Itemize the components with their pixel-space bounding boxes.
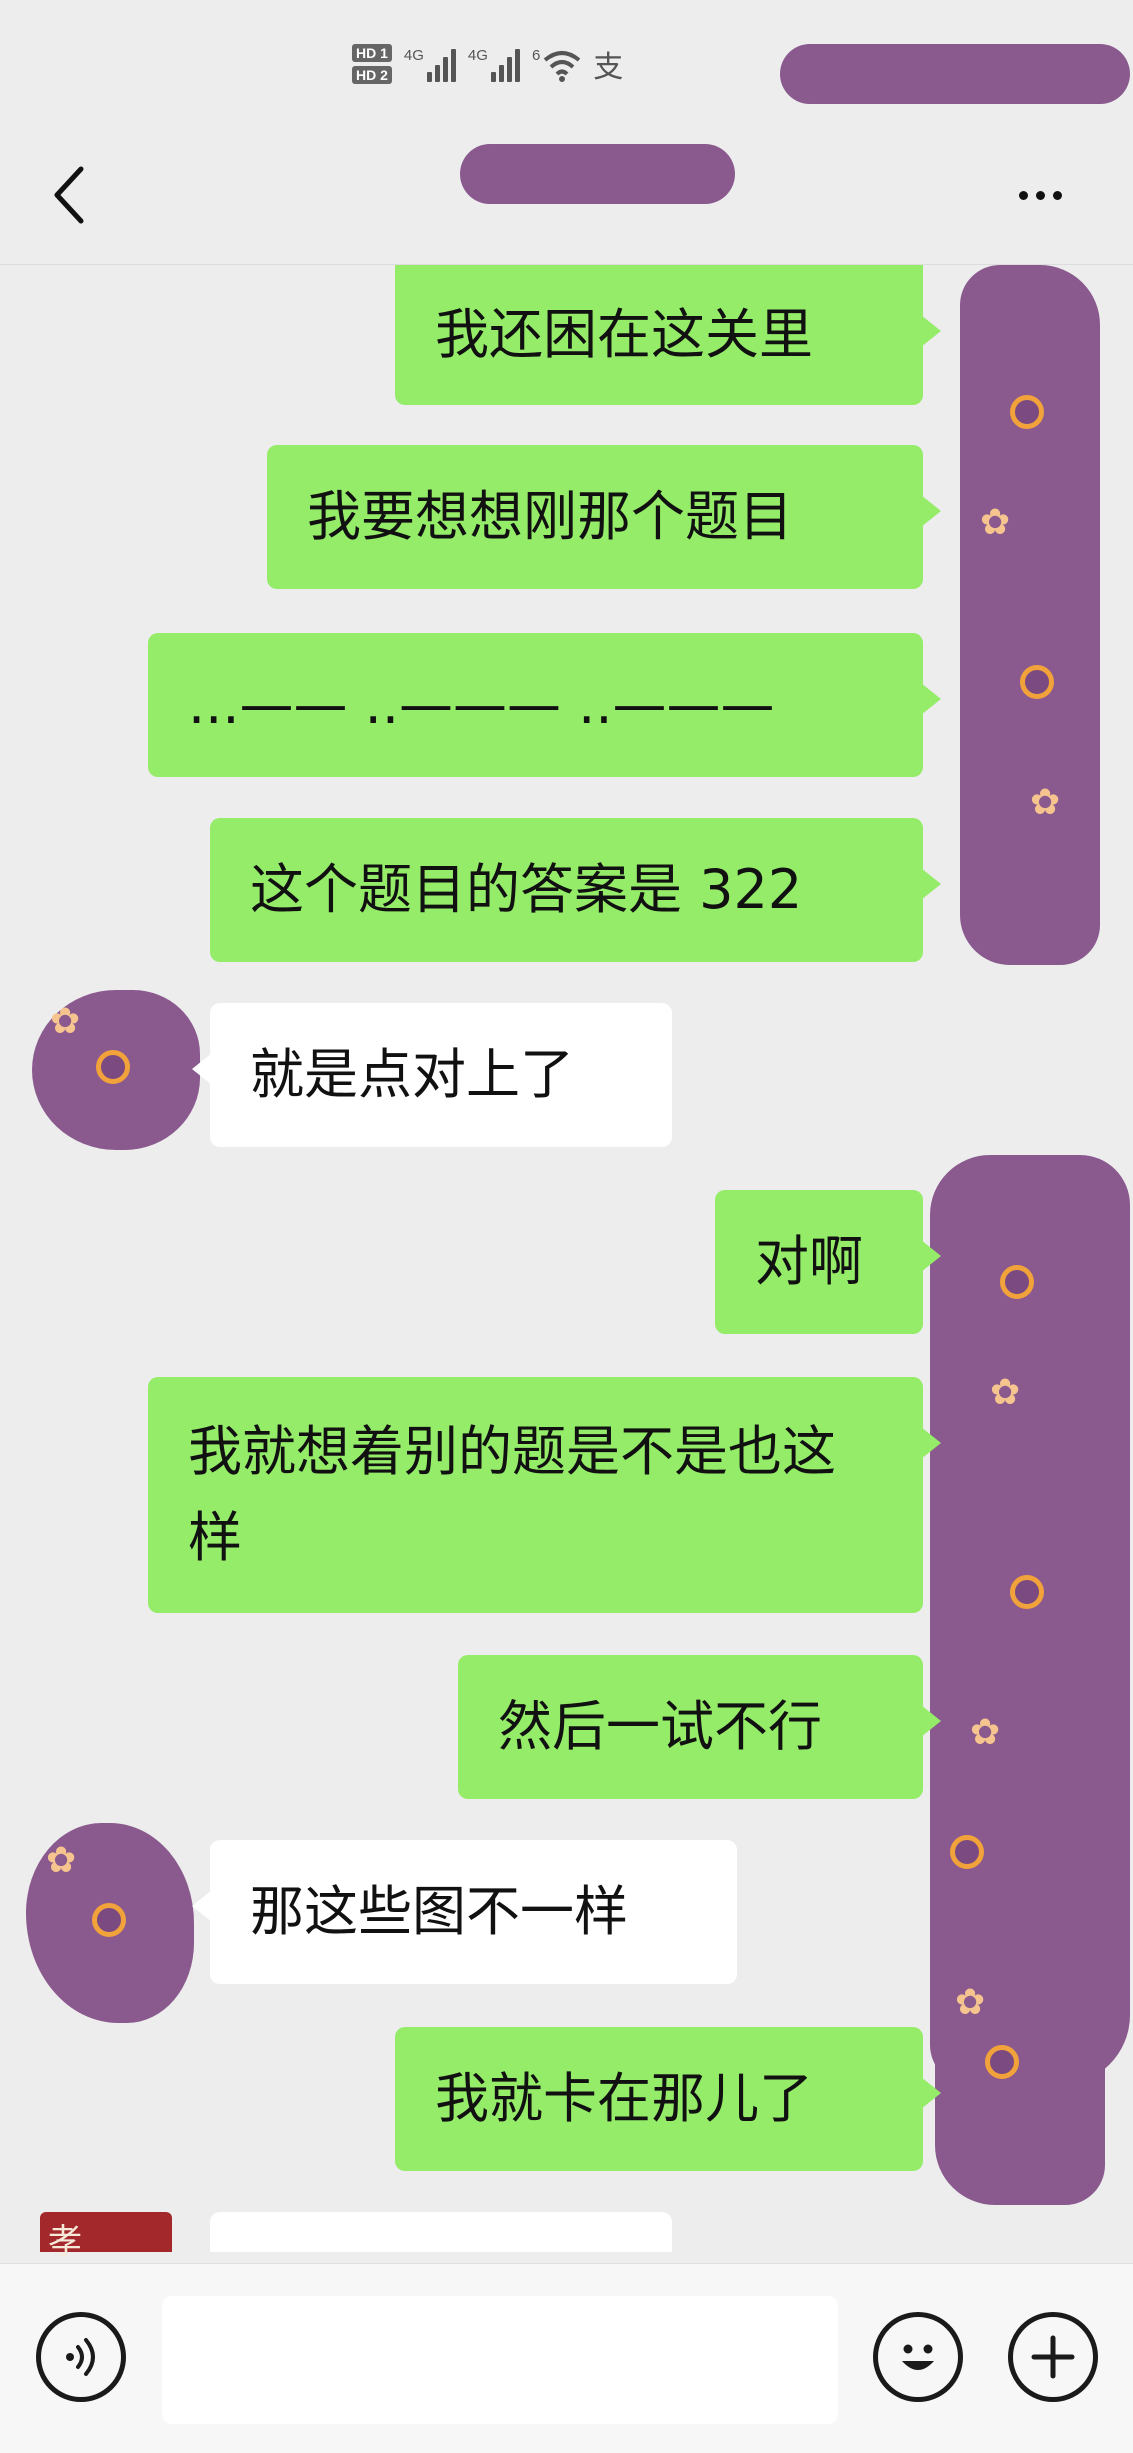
wifi-label: 6: [531, 46, 541, 64]
input-bar: [0, 2263, 1133, 2453]
message-bubble-5[interactable]: 就是点对上了: [192, 1003, 672, 1147]
voice-icon: [66, 2338, 95, 2376]
emoji-icon: [902, 2344, 934, 2370]
hd-tag-1: HD 1: [352, 44, 392, 62]
avatar-mask-self-1: ✿ ✿: [960, 265, 1100, 965]
more-dots-icon: [1018, 190, 1028, 200]
plus-icon: [1031, 2335, 1075, 2379]
chevron-left-icon: [54, 166, 84, 224]
emoji-button[interactable]: [873, 2312, 963, 2402]
signal-icon-2: 4G: [468, 47, 520, 82]
status-bar: HD 1 HD 2 4G 4G 6 支: [0, 0, 1133, 130]
message-text: 就是点对上了: [250, 1043, 574, 1106]
more-button[interactable]: [1000, 170, 1080, 220]
message-bubble-6[interactable]: 对啊: [715, 1190, 941, 1334]
message-bubble-10[interactable]: 我就卡在那儿了: [395, 2027, 941, 2171]
avatar-mask-contact-1: ✿: [32, 990, 200, 1150]
message-bubble-3[interactable]: ...—— ..——— ..———: [148, 633, 941, 777]
message-text: 我要想想刚那个题目: [307, 485, 793, 548]
chat-header: [0, 130, 1133, 265]
message-text: 这个题目的答案是 322: [250, 858, 803, 921]
plus-button[interactable]: [1008, 2312, 1098, 2402]
avatar-mask-contact-2: ✿: [26, 1823, 194, 2023]
message-text: 我就卡在那儿了: [435, 2067, 813, 2130]
avatar-glyph: 孝: [48, 2222, 82, 2262]
message-text: 那这些图不一样: [250, 1880, 628, 1943]
status-icons: HD 1 HD 2 4G 4G 6 支: [352, 34, 623, 94]
message-bubble-4[interactable]: 这个题目的答案是 322: [210, 818, 941, 962]
message-text: 然后一试不行: [498, 1695, 822, 1758]
message-bubble-7[interactable]: 我就想着别的题是不是也这样: [148, 1377, 941, 1613]
privacy-mask-status: [780, 44, 1130, 104]
message-text: 我还困在这关里: [435, 303, 813, 366]
voice-button[interactable]: [36, 2312, 126, 2402]
avatar-mask-self-3: ✿: [935, 1955, 1105, 2205]
message-bubble-2[interactable]: 我要想想刚那个题目: [267, 445, 941, 589]
alipay-icon: 支: [593, 50, 624, 85]
wifi-icon: 6: [532, 47, 581, 82]
back-button[interactable]: [38, 160, 98, 230]
hd-tag-2: HD 2: [352, 66, 392, 84]
network-label-1: 4G: [403, 46, 424, 64]
chat-title-mask: [460, 144, 735, 204]
message-input[interactable]: [162, 2296, 838, 2424]
signal-icon-1: 4G: [404, 47, 456, 82]
message-text: 我就想着别的题是不是也这样: [188, 1420, 836, 1569]
message-bubble-1[interactable]: 我还困在这关里: [395, 265, 941, 405]
message-bubble-9[interactable]: 那这些图不一样: [192, 1840, 737, 1984]
message-text: 对啊: [755, 1230, 863, 1293]
hd-tags: HD 1 HD 2: [352, 44, 392, 84]
network-label-2: 4G: [467, 46, 488, 64]
avatar-photo-contact: 孝: [40, 2212, 172, 2262]
message-text: ...—— ..——— ..———: [188, 673, 775, 736]
message-bubble-partial[interactable]: [210, 2212, 672, 2252]
message-list[interactable]: ✿ ✿ 我还困在这关里 我要想想刚那个题目 ...—— ..——— ..——— …: [0, 265, 1133, 2263]
avatar-mask-self-2: ✿ ✿: [930, 1155, 1130, 2085]
message-bubble-8[interactable]: 然后一试不行: [458, 1655, 941, 1799]
